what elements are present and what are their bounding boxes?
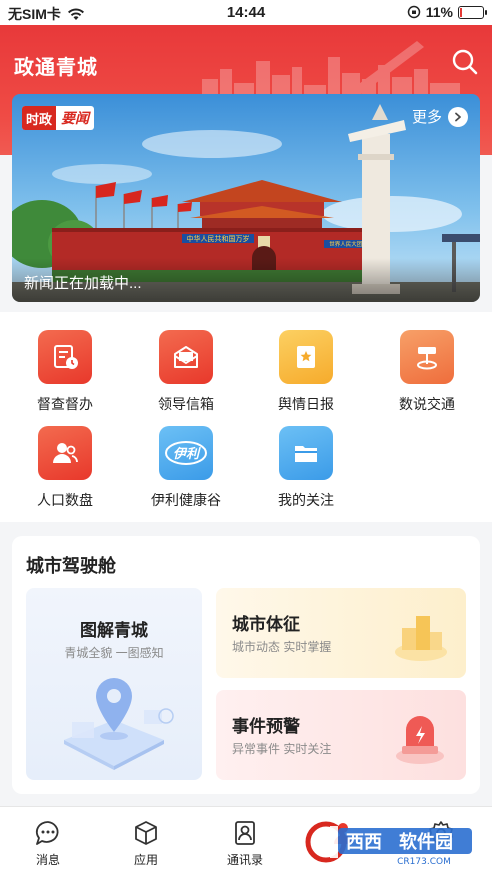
app-label: 伊利健康谷 — [151, 492, 221, 508]
more-label: 更多 — [411, 109, 442, 126]
card-title: 图解青城 — [80, 621, 148, 640]
card-city-vitals[interactable]: 城市体征 城市动态 实时掌握 — [216, 588, 466, 678]
supervision-icon — [38, 330, 92, 384]
app-label: 数说交通 — [399, 396, 455, 412]
app-population[interactable]: 人口数盘 — [10, 426, 120, 510]
card-event-alert[interactable]: 事件预警 异常事件 实时关注 — [216, 690, 466, 780]
app-traffic-data[interactable]: 数说交通 — [372, 330, 482, 414]
orientation-lock-icon — [407, 5, 420, 19]
app-label: 人口数盘 — [37, 492, 93, 508]
app-yili-health-valley[interactable]: 伊利 伊利健康谷 — [131, 426, 241, 510]
mailbox-icon — [159, 330, 213, 384]
yili-logo-text: 伊利 — [173, 446, 201, 462]
alarm-light-icon — [396, 716, 444, 764]
more-button[interactable]: 更多 — [412, 106, 468, 127]
quick-apps-grid: 督查督办 领导信箱 舆情日报 数说交通 人口数盘 伊利 伊利健康谷 我的关注 — [0, 312, 492, 522]
card-subtitle: 异常事件 实时关注 — [232, 742, 332, 756]
tab-label: 通讯录 — [226, 853, 263, 867]
battery-icon — [458, 5, 487, 19]
card-title: 城市体征 — [232, 615, 300, 634]
app-my-follows[interactable]: 我的关注 — [251, 426, 361, 510]
yili-logo-icon: 伊利 — [159, 426, 213, 480]
banner-caption: 新闻正在加载中... — [12, 258, 480, 302]
site-watermark: 西西 软件园 CR173.COM — [305, 821, 472, 866]
app-label: 督查督办 — [37, 396, 93, 412]
card-subtitle: 城市动态 实时掌握 — [232, 640, 332, 654]
apps-cube-icon — [135, 821, 157, 845]
card-title: 事件预警 — [232, 717, 300, 736]
news-banner[interactable]: 中华人民共和国万岁 世界人民大团结万岁 时政 要闻 更多 新闻正在加载中... — [12, 94, 480, 302]
contacts-icon — [235, 821, 255, 845]
tag-headlines: 要闻 — [61, 111, 90, 127]
folder-icon — [279, 426, 333, 480]
watermark-brand2: 软件园 — [399, 831, 453, 853]
app-label: 我的关注 — [278, 492, 334, 508]
card-subtitle: 青城全貌 一图感知 — [64, 646, 164, 660]
tab-label: 应用 — [133, 853, 158, 867]
status-bar: 无SIM卡 14:44 11% — [0, 0, 492, 25]
news-tag: 时政 要闻 — [22, 106, 95, 130]
card-city-illustrated[interactable]: 图解青城 青城全貌 一图感知 — [26, 588, 202, 780]
app-opinion-daily[interactable]: 舆情日报 — [251, 330, 361, 414]
app-label: 舆情日报 — [278, 396, 334, 412]
gate-sign: 中华人民共和国万岁 — [187, 234, 250, 243]
watermark-url: CR173.COM — [397, 857, 451, 866]
city-blocks-icon — [395, 616, 447, 661]
tab-apps[interactable]: 应用 — [106, 819, 186, 868]
chevron-right-icon — [448, 106, 468, 127]
app-leader-mailbox[interactable]: 领导信箱 — [131, 330, 241, 414]
tab-label: 消息 — [35, 853, 60, 867]
status-right: 11% — [407, 4, 487, 20]
daily-report-icon — [279, 330, 333, 384]
tab-messages[interactable]: 消息 — [8, 819, 88, 868]
tab-contacts[interactable]: 通讯录 — [205, 819, 285, 868]
population-icon — [38, 426, 92, 480]
traffic-icon — [400, 330, 454, 384]
tag-current-affairs: 时政 — [22, 106, 57, 130]
watermark-brand: 西西 — [346, 832, 382, 853]
app-label: 领导信箱 — [158, 396, 214, 412]
page-title: 政通青城 — [14, 57, 98, 79]
section-title: 城市驾驶舱 — [26, 556, 116, 576]
map-pin-illustration — [64, 678, 174, 770]
app-supervision[interactable]: 督查督办 — [10, 330, 120, 414]
battery-percent: 11% — [425, 4, 453, 20]
city-cockpit-panel: 城市驾驶舱 图解青城 青城全貌 一图感知 城市体征 城市动态 实时掌握 事件预警… — [12, 536, 480, 794]
message-icon — [35, 821, 59, 845]
search-icon[interactable] — [450, 47, 480, 77]
